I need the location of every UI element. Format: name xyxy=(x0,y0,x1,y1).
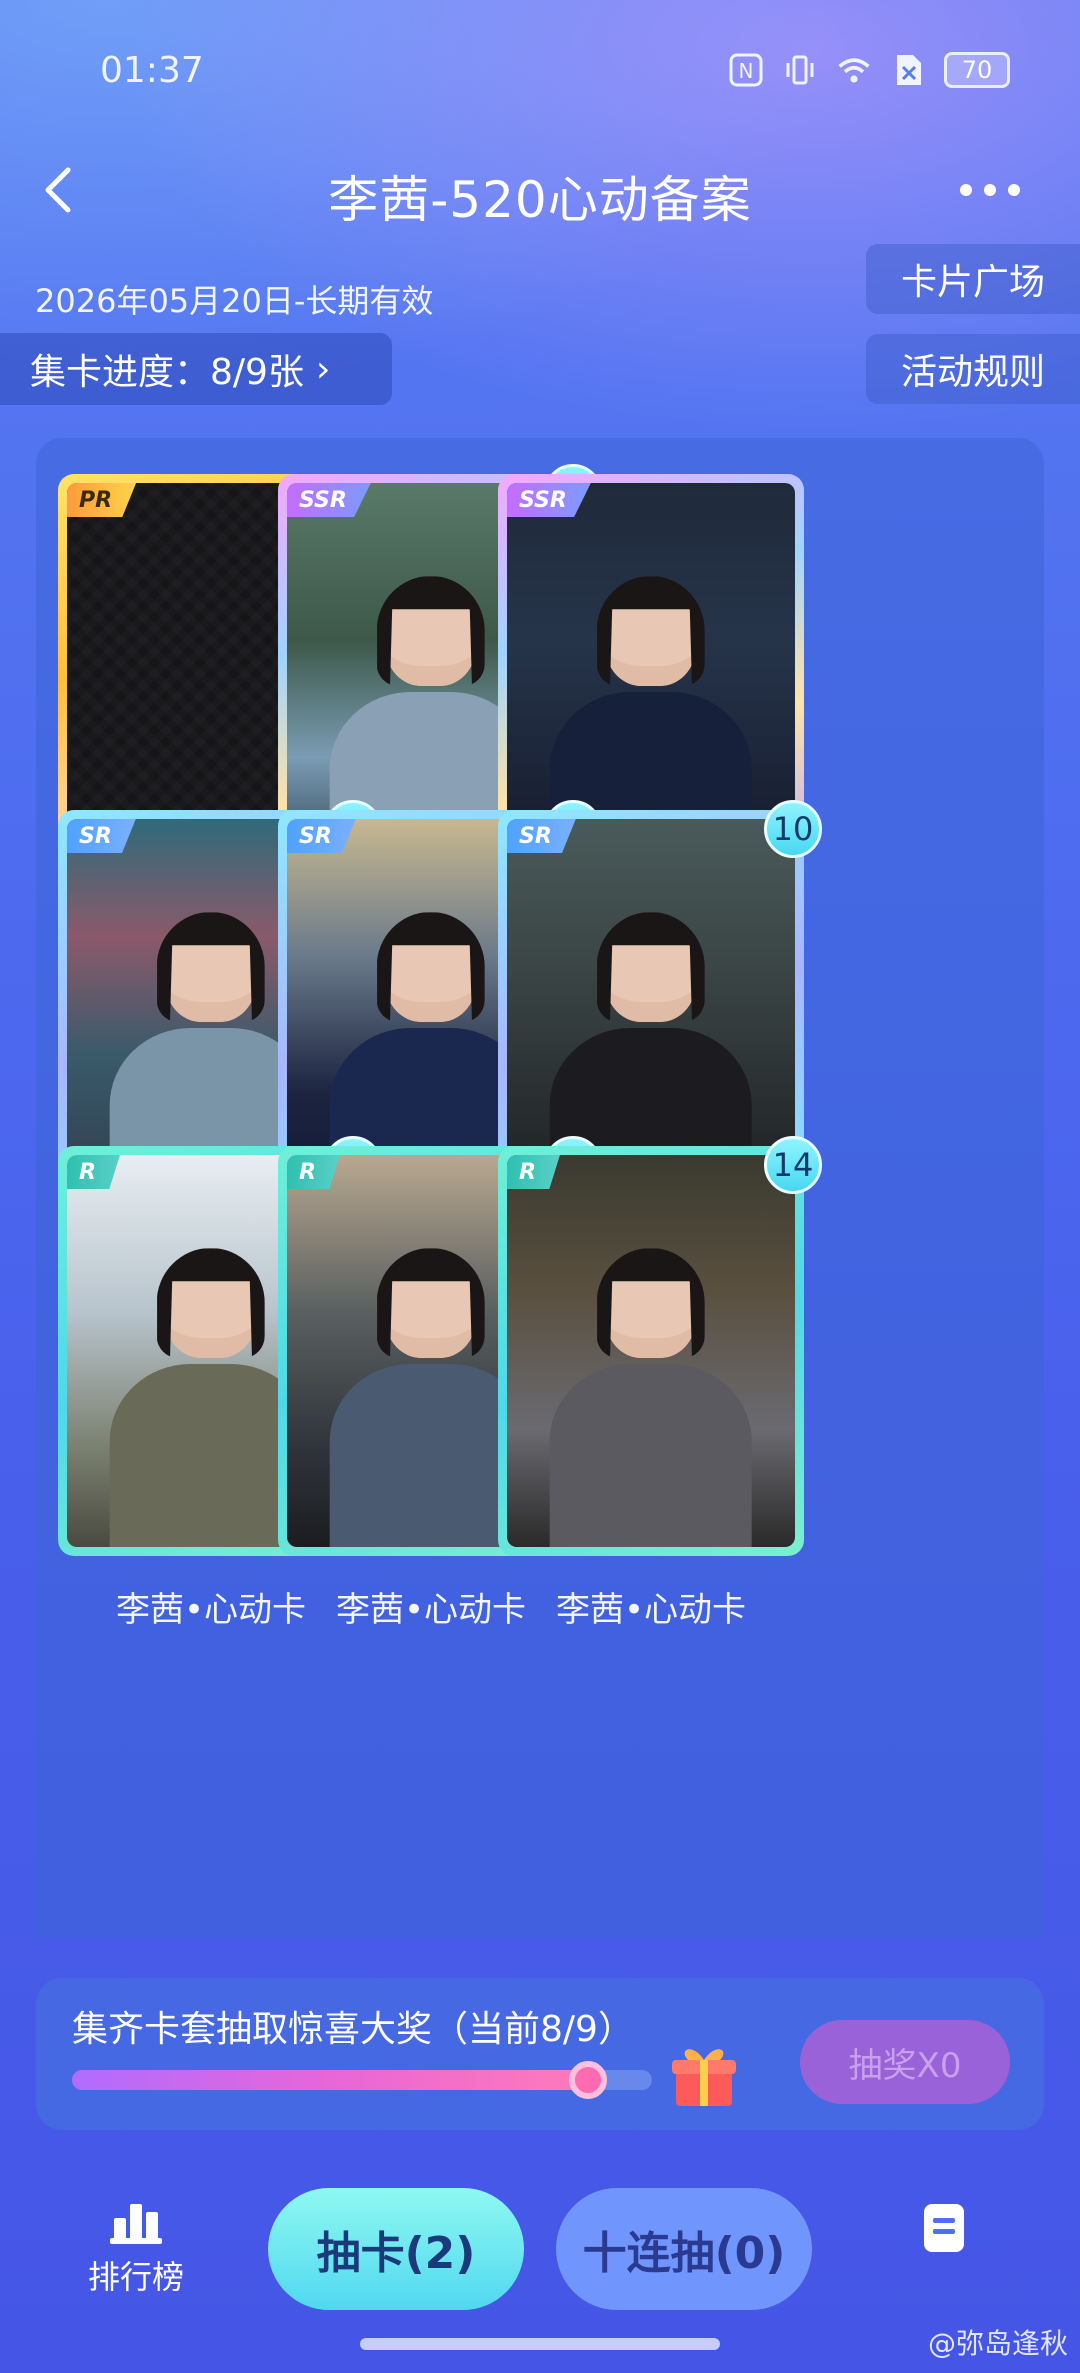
header: 李茜-520心动备案 xyxy=(0,140,1080,240)
nfc-icon: N xyxy=(728,52,764,88)
lottery-progress-fill xyxy=(72,2070,588,2090)
leaderboard-label: 排行榜 xyxy=(87,2258,184,2296)
page-title: 李茜-520心动备案 xyxy=(328,171,752,229)
card-count-badge: 10 xyxy=(764,800,822,858)
status-bar: 01:37 N 70 xyxy=(0,0,1080,140)
bottom-bar: 排行榜 抽卡(2) 十连抽(0) xyxy=(0,2160,1080,2330)
lottery-title: 集齐卡套抽取惊喜大奖（当前8/9） xyxy=(72,2009,634,2050)
watermark: @弥岛逢秋 xyxy=(927,2327,1068,2360)
ten-draw-button[interactable]: 十连抽(0) xyxy=(556,2188,812,2310)
vibrate-icon xyxy=(782,52,818,88)
chevron-right-icon: › xyxy=(315,348,331,390)
leaderboard-button[interactable]: 排行榜 xyxy=(76,2200,196,2298)
lottery-progress-knob xyxy=(568,2061,607,2099)
card-portrait xyxy=(539,1236,764,1547)
card-item[interactable]: R xyxy=(498,1146,804,1556)
validity-date: 2026年05月20日-长期有效 xyxy=(35,282,434,320)
wifi-icon xyxy=(836,52,872,88)
rarity-tag: R xyxy=(67,1155,120,1189)
card-square-button[interactable]: 卡片广场 xyxy=(866,244,1080,314)
more-button[interactable] xyxy=(950,170,1030,210)
more-dot xyxy=(984,184,996,196)
rarity-tag: SSR xyxy=(507,483,591,517)
leaderboard-icon xyxy=(110,2200,162,2244)
battery-indicator: 70 xyxy=(944,52,1010,88)
collection-progress-label: 集卡进度：8/9张 xyxy=(30,352,304,393)
svg-text:N: N xyxy=(739,59,754,83)
status-time: 01:37 xyxy=(100,50,204,91)
lottery-draw-button[interactable]: 抽奖X0 xyxy=(800,2020,1010,2104)
status-icons: N 70 xyxy=(728,52,1010,88)
rarity-tag: R xyxy=(507,1155,560,1189)
more-dots-icon xyxy=(960,184,972,196)
activity-rules-button[interactable]: 活动规则 xyxy=(866,334,1080,404)
card-label: 李茜•心动卡 xyxy=(555,1590,747,1630)
lottery-panel: 集齐卡套抽取惊喜大奖（当前8/9） 抽奖X0 xyxy=(36,1978,1044,2130)
document-icon xyxy=(924,2204,964,2252)
rarity-tag: R xyxy=(287,1155,340,1189)
rarity-tag: SR xyxy=(287,819,356,853)
rarity-tag: SR xyxy=(67,819,136,853)
rarity-tag: PR xyxy=(67,483,137,517)
lottery-progress-track xyxy=(72,2061,652,2099)
rarity-tag: SR xyxy=(507,819,576,853)
document-button[interactable] xyxy=(920,2202,968,2254)
card-photo: R xyxy=(507,1155,795,1547)
card-count-badge: 14 xyxy=(764,1136,822,1194)
no-sim-icon xyxy=(890,52,926,88)
more-dot xyxy=(1008,184,1020,196)
card-grid: PR李茜•心动卡SSR4李茜•心动卡SSR李茜•心动卡SR15李茜•心动卡SR1… xyxy=(36,438,1044,1938)
collection-progress-button[interactable]: 集卡进度：8/9张 › xyxy=(0,333,392,405)
home-indicator[interactable] xyxy=(360,2338,720,2350)
draw-card-button[interactable]: 抽卡(2) xyxy=(268,2188,524,2310)
gift-box-icon xyxy=(668,2038,740,2110)
rarity-tag: SSR xyxy=(287,483,371,517)
